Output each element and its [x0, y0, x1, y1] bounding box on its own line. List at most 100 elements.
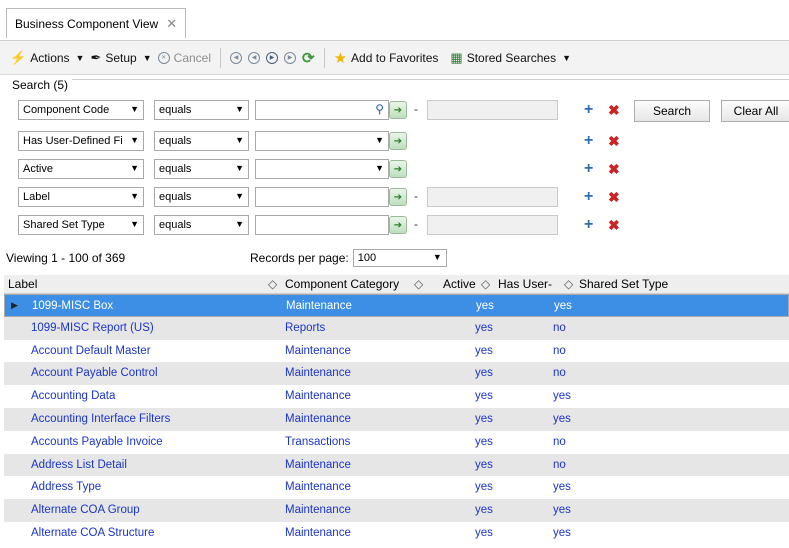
row-label[interactable]: Alternate COA Structure	[31, 527, 154, 539]
go-button-4[interactable]: ➔	[389, 188, 407, 206]
search-field-value: Component Code	[23, 104, 110, 116]
row-label[interactable]: Accounting Interface Filters	[31, 413, 170, 425]
row-has-user: no	[553, 344, 566, 357]
actions-menu-button[interactable]: ⚡ Actions ▼	[10, 50, 84, 66]
search-legend: Search (5)	[10, 78, 73, 92]
remove-criteria-icon[interactable]: ✖	[608, 218, 620, 232]
table-row[interactable]: ▶ 1099-MISC Box Maintenance yes yes	[4, 294, 789, 317]
row-has-user: yes	[553, 504, 571, 517]
search-field-select-5[interactable]: Shared Set Type ▼	[18, 215, 144, 235]
table-row[interactable]: Address Type Maintenance yes yes	[4, 476, 789, 499]
table-row[interactable]: Accounting Interface Filters Maintenance y…	[4, 407, 789, 431]
cancel-label: Cancel	[173, 50, 212, 65]
setup-menu-button[interactable]: ✒ Setup ▼	[90, 50, 151, 66]
table-row[interactable]: Accounts Payable Invoice Transactions yes n…	[4, 431, 789, 454]
search-value-input-5[interactable]	[255, 215, 389, 235]
chevron-down-icon: ▼	[235, 219, 244, 229]
search-operator-select-5[interactable]: equals ▼	[154, 215, 249, 235]
search-field-select-2[interactable]: Has User-Defined Fi ▼	[18, 131, 144, 151]
search-field-select-1[interactable]: Component Code ▼	[18, 100, 144, 120]
sort-icon[interactable]: ◇	[414, 277, 423, 291]
row-label[interactable]: Address Type	[31, 481, 101, 493]
table-row[interactable]: Alternate COA Group Maintenance yes yes	[4, 499, 789, 522]
search-value-select-2[interactable]: ▼	[255, 131, 389, 151]
clear-all-button[interactable]: Clear All	[721, 100, 789, 122]
go-button-2[interactable]: ➔	[389, 132, 407, 150]
search-field-value: Label	[23, 191, 50, 203]
column-header-active[interactable]: Active	[443, 277, 476, 291]
remove-criteria-icon[interactable]: ✖	[608, 190, 620, 204]
first-record-icon[interactable]: ◀	[230, 51, 243, 64]
search-field-value: Shared Set Type	[23, 219, 105, 231]
sort-icon[interactable]: ◇	[564, 277, 573, 291]
table-row[interactable]: Account Default Master Maintenance yes no	[4, 340, 789, 363]
setup-label: Setup	[105, 50, 137, 65]
last-record-icon[interactable]: ▶	[284, 51, 297, 64]
search-operator-value: equals	[159, 191, 192, 203]
search-value-select-3[interactable]: ▼	[255, 159, 389, 179]
search-operator-select-1[interactable]: equals ▼	[154, 100, 249, 120]
tab-business-component-view[interactable]: Business Component View ✕	[6, 8, 187, 38]
table-row[interactable]: Accounting Data Maintenance yes yes	[4, 385, 789, 408]
search-value-input-4[interactable]	[255, 187, 389, 207]
table-row[interactable]: Address List Detail Maintenance yes no	[4, 453, 789, 477]
refresh-icon[interactable]: ⟳	[302, 49, 315, 67]
remove-criteria-icon[interactable]: ✖	[608, 162, 620, 176]
go-button-1[interactable]: ➔	[389, 101, 407, 119]
search-value-input-1[interactable]: ⚲	[255, 100, 389, 120]
star-icon: ★	[333, 49, 348, 67]
search-value-to-input-1[interactable]	[427, 100, 558, 120]
row-label[interactable]: 1099-MISC Box	[32, 300, 113, 312]
row-label[interactable]: Address List Detail	[31, 459, 127, 471]
search-operator-select-2[interactable]: equals ▼	[154, 131, 249, 151]
sort-icon[interactable]: ◇	[268, 277, 277, 291]
remove-criteria-icon[interactable]: ✖	[608, 134, 620, 148]
chevron-down-icon: ▼	[235, 135, 244, 145]
add-criteria-icon[interactable]: +	[584, 189, 593, 205]
search-value-to-input-5[interactable]	[427, 215, 558, 235]
table-row[interactable]: Account Payable Control Maintenance yes no	[4, 362, 789, 386]
search-field-select-4[interactable]: Label ▼	[18, 187, 144, 207]
viewing-count: Viewing 1 - 100 of 369	[6, 251, 126, 265]
search-value-to-input-4[interactable]	[427, 187, 558, 207]
column-header-label[interactable]: Label	[8, 277, 37, 291]
tab-close-icon[interactable]: ✕	[166, 16, 177, 32]
row-label[interactable]: Alternate COA Group	[31, 504, 140, 516]
row-label[interactable]: Accounting Data	[31, 390, 115, 402]
row-label[interactable]: Account Payable Control	[31, 367, 158, 379]
table-row[interactable]: 1099-MISC Report (US) Reports yes no	[4, 316, 789, 340]
add-criteria-icon[interactable]: +	[584, 102, 593, 118]
chevron-down-icon: ▼	[375, 163, 384, 173]
records-per-page-value: 100	[357, 252, 377, 264]
add-to-favorites-button[interactable]: ★ Add to Favorites	[334, 49, 439, 67]
go-button-5[interactable]: ➔	[389, 216, 407, 234]
row-label[interactable]: 1099-MISC Report (US)	[31, 322, 154, 334]
row-category: Maintenance	[285, 504, 351, 517]
chevron-down-icon: ▼	[562, 52, 572, 63]
records-per-page-select[interactable]: 100 ▼	[352, 249, 447, 267]
row-label[interactable]: Account Default Master	[31, 345, 151, 357]
cancel-button[interactable]: ✕ Cancel	[157, 50, 212, 65]
search-field-select-3[interactable]: Active ▼	[18, 159, 144, 179]
search-operator-select-4[interactable]: equals ▼	[154, 187, 249, 207]
magnifier-icon[interactable]: ⚲	[375, 102, 384, 116]
pen-icon: ✒	[90, 49, 102, 65]
stored-searches-button[interactable]: ▦ Stored Searches ▼	[450, 50, 571, 66]
remove-criteria-icon[interactable]: ✖	[608, 103, 620, 117]
search-button[interactable]: Search	[634, 100, 710, 122]
column-header-category[interactable]: Component Category	[285, 277, 399, 291]
column-header-shared-set-type[interactable]: Shared Set Type	[579, 277, 668, 291]
add-criteria-icon[interactable]: +	[584, 133, 593, 149]
table-row[interactable]: Alternate COA Structure Maintenance yes yes	[4, 522, 789, 545]
go-button-3[interactable]: ➔	[389, 160, 407, 178]
row-label[interactable]: Accounts Payable Invoice	[31, 436, 163, 448]
previous-record-icon[interactable]: ◀	[248, 51, 261, 64]
add-criteria-icon[interactable]: +	[584, 217, 593, 233]
search-operator-select-3[interactable]: equals ▼	[154, 159, 249, 179]
column-header-has-user[interactable]: Has User-	[498, 277, 552, 291]
next-record-icon[interactable]: ▶	[266, 51, 279, 64]
sort-icon[interactable]: ◇	[481, 277, 490, 291]
chevron-down-icon: ▼	[235, 163, 244, 173]
chevron-down-icon: ▼	[130, 135, 139, 145]
add-criteria-icon[interactable]: +	[584, 161, 593, 177]
